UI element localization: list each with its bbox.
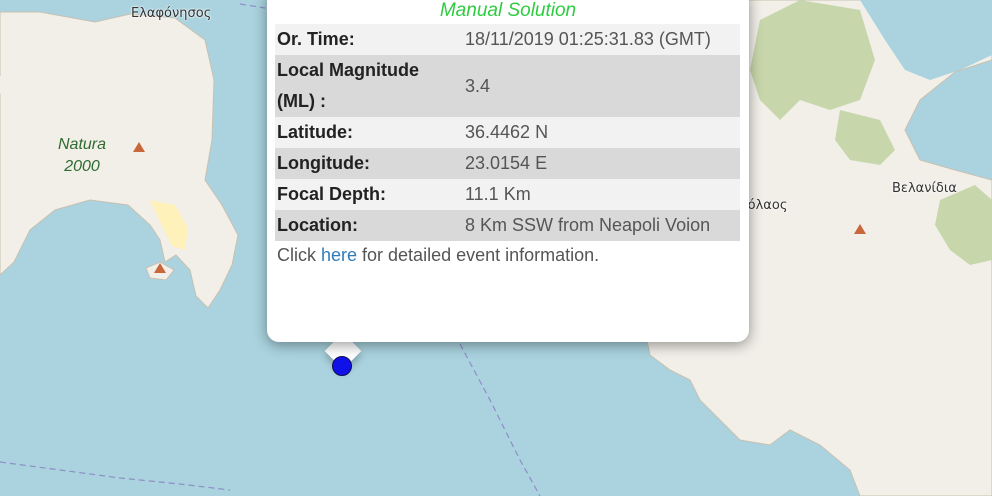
event-details-link[interactable]: here [321, 245, 357, 265]
popup-footer: Click here for detailed event informatio… [275, 241, 741, 270]
row-value: 23.0154 E [463, 148, 740, 179]
earthquake-marker[interactable] [332, 356, 352, 376]
row-value: 18/11/2019 01:25:31.83 (GMT) [463, 24, 740, 55]
place-label-natura-2000: Natura 2000 [58, 136, 107, 175]
table-row: Location: 8 Km SSW from Neapoli Voion [275, 210, 740, 241]
event-popup: Manual Solution Or. Time: 18/11/2019 01:… [267, 0, 749, 342]
table-row: Latitude: 36.4462 N [275, 117, 740, 148]
peak-icon [133, 142, 145, 152]
place-label-elafonisos: Ελαφόνησος [131, 6, 212, 21]
row-label: Local Magnitude (ML) : [275, 55, 463, 117]
row-label: Latitude: [275, 117, 463, 148]
row-value: 36.4462 N [463, 117, 740, 148]
place-label-velanidia: Βελανίδια [892, 181, 957, 196]
row-value: 8 Km SSW from Neapoli Voion [463, 210, 740, 241]
footer-suffix: for detailed event information. [357, 245, 600, 265]
peak-icon [854, 224, 866, 234]
row-value: 11.1 Km [463, 179, 740, 210]
row-label: Location: [275, 210, 463, 241]
table-row: Local Magnitude (ML) : 3.4 [275, 55, 740, 117]
row-value: 3.4 [463, 55, 740, 117]
table-row: Or. Time: 18/11/2019 01:25:31.83 (GMT) [275, 24, 740, 55]
event-info-table: Or. Time: 18/11/2019 01:25:31.83 (GMT) L… [275, 24, 740, 241]
row-label: Focal Depth: [275, 179, 463, 210]
table-row: Focal Depth: 11.1 Km [275, 179, 740, 210]
row-label: Or. Time: [275, 24, 463, 55]
row-label: Longitude: [275, 148, 463, 179]
footer-prefix: Click [277, 245, 321, 265]
table-row: Longitude: 23.0154 E [275, 148, 740, 179]
peak-icon [154, 263, 166, 273]
popup-title: Manual Solution [439, 0, 577, 21]
